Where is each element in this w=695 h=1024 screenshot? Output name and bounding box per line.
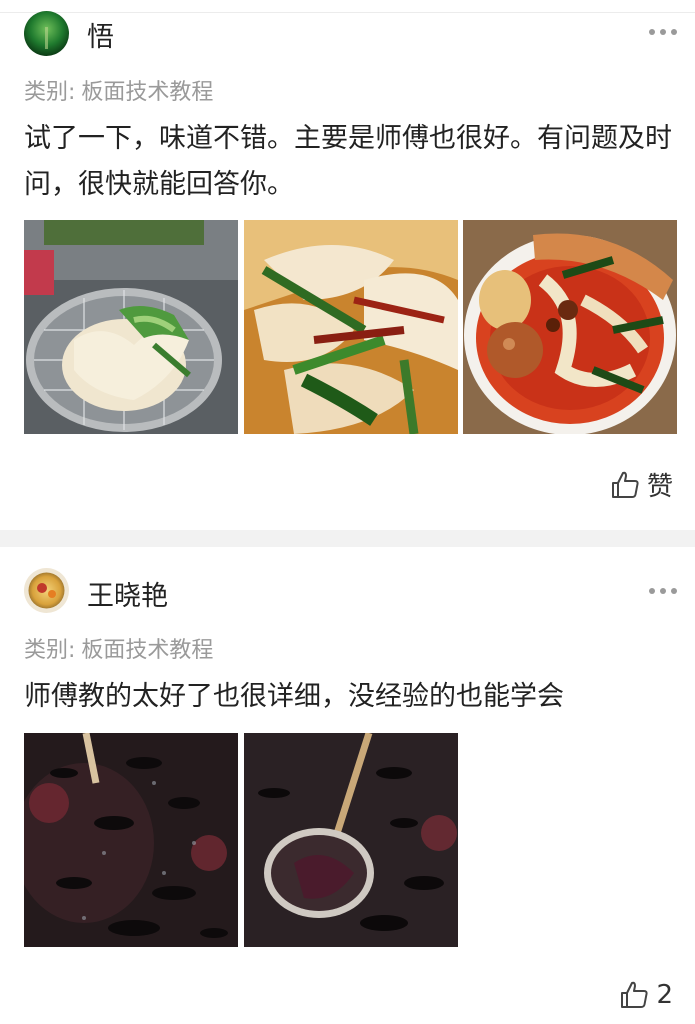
- username[interactable]: 悟: [87, 15, 114, 54]
- user-avatar[interactable]: [24, 11, 69, 56]
- category-label: 类别:: [24, 80, 76, 105]
- review-photo[interactable]: [244, 733, 458, 947]
- section-divider: [0, 530, 695, 547]
- username[interactable]: 王晓艳: [87, 574, 168, 613]
- category-line: 类别: 板面技术教程: [24, 632, 213, 664]
- more-dots-icon[interactable]: [649, 587, 677, 595]
- review-card: 悟 类别: 板面技术教程 试了一下，味道不错。主要是师傅也很好。有问题及时问，很快…: [0, 0, 695, 530]
- category-value: 板面技术教程: [81, 638, 214, 663]
- more-dots-icon[interactable]: [649, 28, 677, 36]
- like-button[interactable]: 2: [618, 979, 673, 1011]
- review-card: 王晓艳 类别: 板面技术教程 师傅教的太好了也很详细，没经验的也能学会 2: [0, 547, 695, 1024]
- review-text: 师傅教的太好了也很详细，没经验的也能学会: [24, 681, 564, 712]
- review-photo[interactable]: [24, 733, 238, 947]
- category-value: 板面技术教程: [81, 80, 214, 105]
- review-photo[interactable]: [463, 220, 677, 434]
- like-count: 2: [656, 980, 673, 1010]
- category-line: 类别: 板面技术教程: [24, 74, 213, 106]
- like-label: 赞: [646, 472, 673, 502]
- review-photo[interactable]: [244, 220, 458, 434]
- thumbs-up-icon: [611, 471, 639, 498]
- review-text: 试了一下，味道不错。主要是师傅也很好。有问题及时问，很快就能回答你。: [24, 123, 672, 200]
- thumbs-up-icon: [621, 981, 649, 1008]
- like-button[interactable]: 赞: [609, 466, 673, 503]
- user-avatar[interactable]: [24, 568, 69, 613]
- review-photo[interactable]: [24, 220, 238, 434]
- category-label: 类别:: [24, 638, 76, 663]
